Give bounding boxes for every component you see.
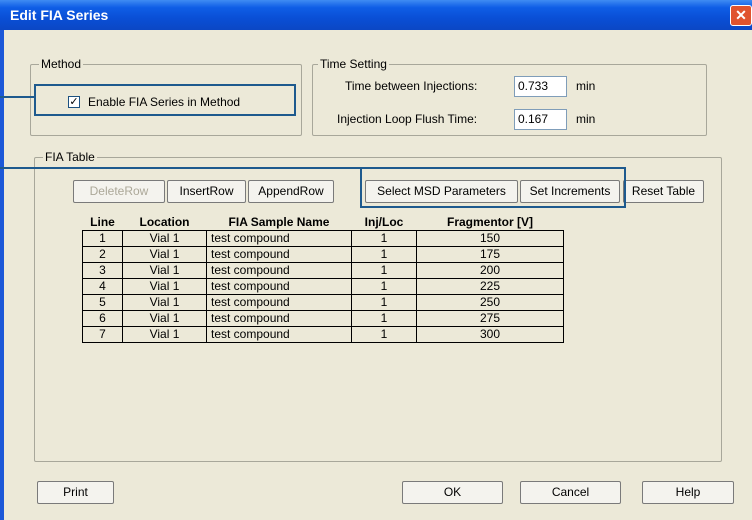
time-between-label: Time between Injections: xyxy=(345,79,478,93)
cell-location[interactable]: Vial 1 xyxy=(122,246,207,263)
ok-button[interactable]: OK xyxy=(402,481,503,504)
highlight-msd-increments xyxy=(360,167,626,208)
cell-sample-name[interactable]: test compound xyxy=(206,326,352,343)
cell-inj-loc[interactable]: 1 xyxy=(351,278,417,295)
cell-fragmentor[interactable]: 250 xyxy=(416,294,564,311)
insert-row-button[interactable]: InsertRow xyxy=(167,180,246,203)
column-header-sample-name: FIA Sample Name xyxy=(228,215,330,229)
cell-fragmentor[interactable]: 275 xyxy=(416,310,564,327)
help-button[interactable]: Help xyxy=(642,481,734,504)
cell-sample-name[interactable]: test compound xyxy=(206,262,352,279)
time-between-input[interactable]: 0.733 xyxy=(514,76,567,97)
method-legend: Method xyxy=(39,57,84,71)
cell-location[interactable]: Vial 1 xyxy=(122,310,207,327)
callout-line-method xyxy=(0,96,34,98)
cell-fragmentor[interactable]: 150 xyxy=(416,230,564,247)
cell-sample-name[interactable]: test compound xyxy=(206,310,352,327)
cell-fragmentor[interactable]: 300 xyxy=(416,326,564,343)
cell-inj-loc[interactable]: 1 xyxy=(351,230,417,247)
table-row[interactable]: 2 Vial 1 test compound 1 175 xyxy=(82,246,564,263)
table-row[interactable]: 7 Vial 1 test compound 1 300 xyxy=(82,326,564,343)
highlight-enable-fia xyxy=(34,84,296,116)
edit-fia-series-dialog: Edit FIA Series ✕ Method ✓ Enable FIA Se… xyxy=(0,0,752,520)
cell-sample-name[interactable]: test compound xyxy=(206,294,352,311)
flush-time-label: Injection Loop Flush Time: xyxy=(337,112,478,126)
cell-location[interactable]: Vial 1 xyxy=(122,278,207,295)
cell-inj-loc[interactable]: 1 xyxy=(351,246,417,263)
cell-line[interactable]: 3 xyxy=(82,262,123,279)
time-setting-legend: Time Setting xyxy=(318,57,389,71)
cell-line[interactable]: 1 xyxy=(82,230,123,247)
column-header-line: Line xyxy=(90,215,115,229)
table-row[interactable]: 5 Vial 1 test compound 1 250 xyxy=(82,294,564,311)
cell-sample-name[interactable]: test compound xyxy=(206,278,352,295)
fia-table-legend: FIA Table xyxy=(43,150,97,164)
reset-table-button[interactable]: Reset Table xyxy=(623,180,704,203)
close-button[interactable]: ✕ xyxy=(730,5,752,26)
time-setting-group: Time Setting Time between Injections: 0.… xyxy=(312,57,707,136)
cell-inj-loc[interactable]: 1 xyxy=(351,326,417,343)
table-row[interactable]: 6 Vial 1 test compound 1 275 xyxy=(82,310,564,327)
cell-fragmentor[interactable]: 200 xyxy=(416,262,564,279)
cell-inj-loc[interactable]: 1 xyxy=(351,262,417,279)
cell-location[interactable]: Vial 1 xyxy=(122,262,207,279)
delete-row-button[interactable]: DeleteRow xyxy=(73,180,165,203)
window-left-border xyxy=(0,30,4,520)
column-header-location: Location xyxy=(139,215,190,229)
table-header-row: Line Location FIA Sample Name Inj/Loc Fr… xyxy=(83,214,564,231)
cell-line[interactable]: 2 xyxy=(82,246,123,263)
cell-location[interactable]: Vial 1 xyxy=(122,294,207,311)
cell-line[interactable]: 6 xyxy=(82,310,123,327)
print-button[interactable]: Print xyxy=(37,481,114,504)
table-row[interactable]: 4 Vial 1 test compound 1 225 xyxy=(82,278,564,295)
fia-series-table: Line Location FIA Sample Name Inj/Loc Fr… xyxy=(82,214,564,343)
callout-line-table xyxy=(0,167,362,169)
table-row[interactable]: 3 Vial 1 test compound 1 200 xyxy=(82,262,564,279)
window-title: Edit FIA Series xyxy=(10,7,109,23)
title-bar: Edit FIA Series ✕ xyxy=(0,0,752,30)
cell-fragmentor[interactable]: 225 xyxy=(416,278,564,295)
cell-sample-name[interactable]: test compound xyxy=(206,246,352,263)
cell-inj-loc[interactable]: 1 xyxy=(351,294,417,311)
cell-inj-loc[interactable]: 1 xyxy=(351,310,417,327)
cell-sample-name[interactable]: test compound xyxy=(206,230,352,247)
cell-line[interactable]: 4 xyxy=(82,278,123,295)
append-row-button[interactable]: AppendRow xyxy=(248,180,334,203)
cell-location[interactable]: Vial 1 xyxy=(122,326,207,343)
cancel-button[interactable]: Cancel xyxy=(520,481,621,504)
cell-line[interactable]: 7 xyxy=(82,326,123,343)
flush-time-input[interactable]: 0.167 xyxy=(514,109,567,130)
cell-location[interactable]: Vial 1 xyxy=(122,230,207,247)
cell-fragmentor[interactable]: 175 xyxy=(416,246,564,263)
column-header-inj-loc: Inj/Loc xyxy=(364,215,404,229)
time-between-unit: min xyxy=(576,79,596,93)
table-row[interactable]: 1 Vial 1 test compound 1 150 xyxy=(82,230,564,247)
cell-line[interactable]: 5 xyxy=(82,294,123,311)
column-header-fragmentor: Fragmentor [V] xyxy=(446,215,533,229)
flush-time-unit: min xyxy=(576,112,596,126)
